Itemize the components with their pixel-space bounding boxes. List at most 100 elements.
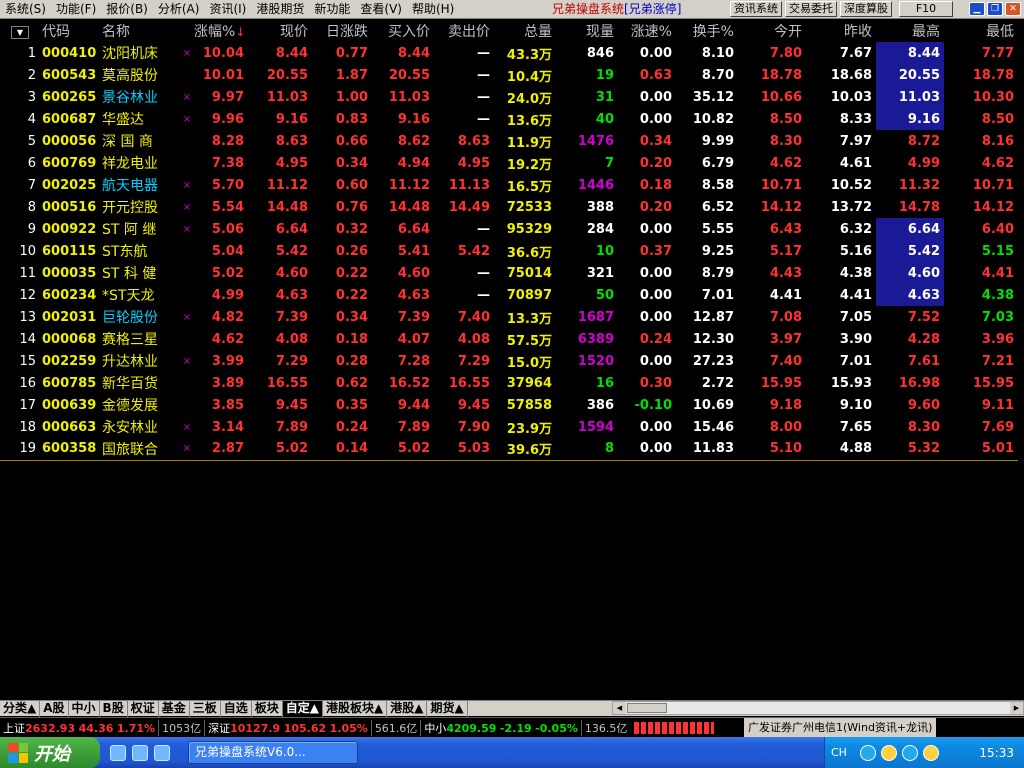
menu-help[interactable]: 帮助(H) bbox=[407, 0, 459, 19]
col-header-cur-vol[interactable]: 现量 bbox=[556, 20, 618, 42]
chevron-down-icon[interactable]: ▼ bbox=[11, 26, 29, 39]
help-icon[interactable] bbox=[859, 744, 876, 761]
table-row[interactable]: 1 000410 沈阳机床 × 10.04 8.44 0.77 8.44 — 43.3万 846 0.… bbox=[0, 42, 1018, 64]
table-row[interactable]: 6 600769 祥龙电业 7.38 4.95 0.34 4.94 4.95 19.2万 7 0.2… bbox=[0, 152, 1018, 174]
tab-watchlist[interactable]: 自选 bbox=[221, 700, 252, 717]
col-header-turnover[interactable]: 换手% bbox=[676, 20, 738, 42]
minimize-icon[interactable]: ▁ bbox=[969, 2, 985, 16]
table-row[interactable]: 8 000516 开元控股 × 5.54 14.48 0.76 14.48 14.49 72533… bbox=[0, 196, 1018, 218]
stock-code[interactable]: 600543 bbox=[40, 64, 100, 86]
stock-name[interactable]: 华盛达 bbox=[100, 108, 180, 130]
menu-view[interactable]: 查看(V) bbox=[355, 0, 407, 19]
stock-code[interactable]: 600358 bbox=[40, 438, 100, 461]
menu-analysis[interactable]: 分析(A) bbox=[153, 0, 205, 19]
stock-code[interactable]: 000056 bbox=[40, 130, 100, 152]
stock-code[interactable]: 600769 bbox=[40, 152, 100, 174]
info-system-button[interactable]: 资讯系统 bbox=[730, 1, 782, 17]
col-header-price[interactable]: 现价 bbox=[248, 20, 312, 42]
table-row[interactable]: 16 600785 新华百货 3.89 16.55 0.62 16.52 16.55 37964… bbox=[0, 372, 1018, 394]
tab-a-share[interactable]: A股 bbox=[40, 700, 69, 717]
table-row[interactable]: 7 002025 航天电器 × 5.70 11.12 0.60 11.12 11.13 16.5万… bbox=[0, 174, 1018, 196]
tab-third-board[interactable]: 三板 bbox=[190, 700, 221, 717]
menu-function[interactable]: 功能(F) bbox=[51, 0, 101, 19]
sort-menu-button[interactable]: ▼ bbox=[0, 20, 40, 42]
deep-calc-button[interactable]: 深度算股 bbox=[840, 1, 892, 17]
tab-sector[interactable]: 板块 bbox=[252, 700, 283, 717]
table-row[interactable]: 3 600265 景谷林业 × 9.97 11.03 1.00 11.03 — 24.0万 31 0.… bbox=[0, 86, 1018, 108]
stock-code[interactable]: 600265 bbox=[40, 86, 100, 108]
scrollbar-thumb[interactable] bbox=[627, 703, 667, 713]
tab-b-share[interactable]: B股 bbox=[100, 700, 128, 717]
restore-icon[interactable]: ❐ bbox=[987, 2, 1003, 16]
qq-icon[interactable] bbox=[880, 744, 897, 761]
horizontal-scrollbar[interactable]: ◀ ▶ bbox=[612, 701, 1024, 715]
table-row[interactable]: 4 600687 华盛达 × 9.96 9.16 0.83 9.16 — 13.6万 40 0.00 1… bbox=[0, 108, 1018, 130]
trade-order-button[interactable]: 交易委托 bbox=[785, 1, 837, 17]
stock-code[interactable]: 000035 bbox=[40, 262, 100, 284]
tab-category[interactable]: 分类▲ bbox=[0, 700, 41, 717]
start-button[interactable]: 开始 bbox=[0, 737, 100, 768]
menu-info[interactable]: 资讯(I) bbox=[204, 0, 251, 19]
table-row[interactable]: 9 000922 ST 阿 继 × 5.06 6.64 0.32 6.64 — 95329 284 0… bbox=[0, 218, 1018, 240]
zx-index-status[interactable]: 中小4209.59 -2.19 -0.05% bbox=[420, 719, 581, 736]
col-header-prev-close[interactable]: 昨收 bbox=[806, 20, 876, 42]
stock-name[interactable]: 金德发展 bbox=[100, 394, 180, 416]
stock-name[interactable]: 深 国 商 bbox=[100, 130, 180, 152]
stock-code[interactable]: 002025 bbox=[40, 174, 100, 196]
stock-code[interactable]: 002259 bbox=[40, 350, 100, 372]
stock-name[interactable]: ST 阿 继 bbox=[100, 218, 180, 240]
stock-code[interactable]: 600234 bbox=[40, 284, 100, 306]
taskbar-app-item[interactable]: 兄弟操盘系统V6.0... bbox=[188, 741, 358, 764]
stock-code[interactable]: 000639 bbox=[40, 394, 100, 416]
menu-hk-futures[interactable]: 港股期货 bbox=[251, 0, 309, 19]
table-row[interactable]: 13 002031 巨轮股份 × 4.82 7.39 0.34 7.39 7.40 13.3万 16… bbox=[0, 306, 1018, 328]
tab-hk-stock[interactable]: 港股▲ bbox=[387, 700, 428, 717]
table-row[interactable]: 19 600358 国旅联合 × 2.87 5.02 0.14 5.02 5.03 39.6万 8 0… bbox=[0, 438, 1018, 461]
col-header-ask[interactable]: 卖出价 bbox=[434, 20, 494, 42]
broker-connection[interactable]: 广发证券广州电信1(Wind资讯+龙讯) bbox=[744, 718, 937, 738]
network-icon[interactable] bbox=[901, 744, 918, 761]
stock-code[interactable]: 002031 bbox=[40, 306, 100, 328]
col-header-high[interactable]: 最高 bbox=[876, 20, 944, 42]
table-row[interactable]: 11 000035 ST 科 健 5.02 4.60 0.22 4.60 — 75014 321 0… bbox=[0, 262, 1018, 284]
stock-name[interactable]: 祥龙电业 bbox=[100, 152, 180, 174]
col-header-change-pct[interactable]: 涨幅%↓ bbox=[194, 20, 248, 42]
menu-quote[interactable]: 报价(B) bbox=[101, 0, 153, 19]
stock-name[interactable]: 升达林业 bbox=[100, 350, 180, 372]
stock-name[interactable]: 莫高股份 bbox=[100, 64, 180, 86]
stock-name[interactable]: 沈阳机床 bbox=[100, 42, 180, 64]
stock-name[interactable]: 景谷林业 bbox=[100, 86, 180, 108]
table-row[interactable]: 18 000663 永安林业 × 3.14 7.89 0.24 7.89 7.90 23.9万 15… bbox=[0, 416, 1018, 438]
stock-code[interactable]: 600687 bbox=[40, 108, 100, 130]
stock-name[interactable]: 国旅联合 bbox=[100, 438, 180, 461]
stock-name[interactable]: ST东航 bbox=[100, 240, 180, 262]
f10-button[interactable]: F10 bbox=[899, 1, 953, 17]
tab-sme[interactable]: 中小 bbox=[69, 700, 100, 717]
stock-code[interactable]: 000410 bbox=[40, 42, 100, 64]
stock-name[interactable]: 永安林业 bbox=[100, 416, 180, 438]
tab-custom[interactable]: 自定▲ bbox=[282, 700, 324, 717]
col-header-bid[interactable]: 买入价 bbox=[372, 20, 434, 42]
stock-name[interactable]: 新华百货 bbox=[100, 372, 180, 394]
table-row[interactable]: 15 002259 升达林业 × 3.99 7.29 0.28 7.28 7.29 15.0万 15… bbox=[0, 350, 1018, 372]
tab-fund[interactable]: 基金 bbox=[159, 700, 190, 717]
table-row[interactable]: 14 000068 赛格三星 4.62 4.08 0.18 4.07 4.08 57.5万 638… bbox=[0, 328, 1018, 350]
stock-name[interactable]: *ST天龙 bbox=[100, 284, 180, 306]
stock-code[interactable]: 000663 bbox=[40, 416, 100, 438]
col-header-name[interactable]: 名称 bbox=[100, 20, 180, 42]
tab-warrant[interactable]: 权证 bbox=[128, 700, 159, 717]
col-header-speed[interactable]: 涨速% bbox=[618, 20, 676, 42]
stock-code[interactable]: 000068 bbox=[40, 328, 100, 350]
col-header-code[interactable]: 代码 bbox=[40, 20, 100, 42]
sz-index-status[interactable]: 深证10127.9 105.62 1.05% bbox=[204, 719, 371, 736]
col-header-low[interactable]: 最低 bbox=[944, 20, 1018, 42]
stock-name[interactable]: 巨轮股份 bbox=[100, 306, 180, 328]
table-row[interactable]: 2 600543 莫高股份 10.01 20.55 1.87 20.55 — 10.4万 19 0.… bbox=[0, 64, 1018, 86]
tab-hk-sector[interactable]: 港股板块▲ bbox=[323, 700, 388, 717]
media-icon[interactable] bbox=[132, 744, 148, 761]
stock-code[interactable]: 600115 bbox=[40, 240, 100, 262]
menu-system[interactable]: 系统(S) bbox=[0, 0, 51, 19]
language-indicator[interactable]: CH bbox=[831, 746, 847, 759]
stock-name[interactable]: 赛格三星 bbox=[100, 328, 180, 350]
show-desktop-icon[interactable] bbox=[154, 744, 170, 761]
